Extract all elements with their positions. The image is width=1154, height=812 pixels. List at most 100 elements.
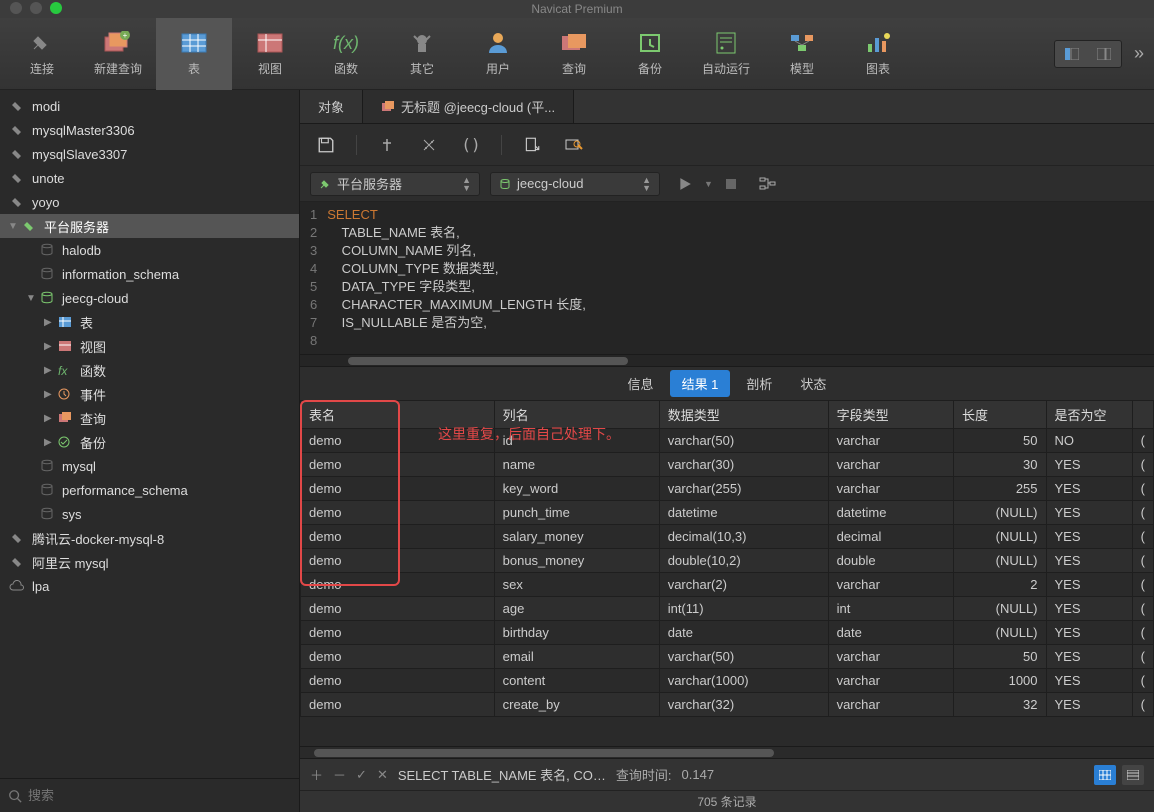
connection-item[interactable]: unote	[0, 166, 299, 190]
table-cell[interactable]: demo	[301, 693, 495, 717]
result-tab[interactable]: 结果 1	[670, 370, 731, 397]
column-header[interactable]: 长度	[954, 401, 1047, 429]
database-item[interactable]: information_schema	[0, 262, 299, 286]
column-header[interactable]: 是否为空	[1046, 401, 1132, 429]
save-icon[interactable]	[314, 136, 338, 154]
result-tab[interactable]: 状态	[788, 370, 838, 397]
close-window-button[interactable]	[10, 2, 22, 14]
view-layout-toggle[interactable]	[1054, 40, 1122, 68]
table-cell[interactable]: NO	[1046, 429, 1132, 453]
minimize-window-button[interactable]	[30, 2, 42, 14]
connection-item[interactable]: mysqlSlave3307	[0, 142, 299, 166]
editor-scrollbar[interactable]	[300, 354, 1154, 366]
table-cell[interactable]: demo	[301, 477, 495, 501]
table-cell[interactable]: decimal(10,3)	[659, 525, 828, 549]
table-cell[interactable]: varchar	[828, 453, 953, 477]
database-item[interactable]: mysql	[0, 454, 299, 478]
table-cell[interactable]: salary_money	[494, 525, 659, 549]
database-item[interactable]: sys	[0, 502, 299, 526]
expand-arrow-icon[interactable]: ▶	[44, 389, 56, 400]
view-button[interactable]: 视图	[232, 18, 308, 90]
tree-folder-item[interactable]: ▶查询	[0, 406, 299, 430]
table-cell[interactable]: demo	[301, 501, 495, 525]
database-item[interactable]: ▼jeecg-cloud	[0, 286, 299, 310]
table-cell[interactable]: double(10,2)	[659, 549, 828, 573]
expand-arrow-icon[interactable]: ▼	[8, 221, 20, 232]
table-cell[interactable]: varchar	[828, 693, 953, 717]
table-row[interactable]: demonamevarchar(30)varchar30YES(	[301, 453, 1154, 477]
table-cell[interactable]: varchar(50)	[659, 645, 828, 669]
expand-arrow-icon[interactable]: ▶	[44, 413, 56, 424]
table-cell[interactable]: varchar	[828, 669, 953, 693]
table-row[interactable]: demokey_wordvarchar(255)varchar255YES(	[301, 477, 1154, 501]
table-button[interactable]: 表	[156, 18, 232, 90]
table-cell[interactable]: name	[494, 453, 659, 477]
table-row[interactable]: demosalary_moneydecimal(10,3)decimal(NUL…	[301, 525, 1154, 549]
table-cell[interactable]: 30	[954, 453, 1047, 477]
table-cell[interactable]: demo	[301, 549, 495, 573]
function-button[interactable]: f(x)函数	[308, 18, 384, 90]
model-button[interactable]: 模型	[764, 18, 840, 90]
table-cell[interactable]: 255	[954, 477, 1047, 501]
other-button[interactable]: 其它	[384, 18, 460, 90]
run-button[interactable]	[678, 177, 692, 191]
table-cell[interactable]: YES	[1046, 573, 1132, 597]
tree-folder-item[interactable]: ▶fx函数	[0, 358, 299, 382]
table-row[interactable]: demobonus_moneydouble(10,2)double(NULL)Y…	[301, 549, 1154, 573]
table-cell[interactable]: create_by	[494, 693, 659, 717]
expand-arrow-icon[interactable]: ▶	[44, 365, 56, 376]
table-cell[interactable]: int	[828, 597, 953, 621]
table-cell[interactable]: date	[828, 621, 953, 645]
database-dropdown[interactable]: jeecg-cloud ▲▼	[490, 172, 660, 196]
table-row[interactable]: demobirthdaydatedate(NULL)YES(	[301, 621, 1154, 645]
table-cell[interactable]: 2	[954, 573, 1047, 597]
table-cell[interactable]: demo	[301, 645, 495, 669]
table-cell[interactable]: key_word	[494, 477, 659, 501]
table-cell[interactable]: YES	[1046, 453, 1132, 477]
table-cell[interactable]: int(11)	[659, 597, 828, 621]
sidebar-search[interactable]	[0, 778, 299, 812]
overflow-icon[interactable]: »	[1128, 43, 1150, 64]
table-cell[interactable]: 50	[954, 429, 1047, 453]
grid-view-button[interactable]	[1094, 765, 1116, 785]
expand-arrow-icon[interactable]: ▼	[26, 293, 38, 304]
table-cell[interactable]: demo	[301, 525, 495, 549]
form-view-button[interactable]	[1122, 765, 1144, 785]
table-cell[interactable]: decimal	[828, 525, 953, 549]
column-header[interactable]: 数据类型	[659, 401, 828, 429]
table-row[interactable]: democreate_byvarchar(32)varchar32YES(	[301, 693, 1154, 717]
column-header[interactable]: 表名	[301, 401, 495, 429]
stop-button[interactable]	[725, 178, 737, 190]
table-cell[interactable]: YES	[1046, 645, 1132, 669]
table-cell[interactable]: varchar(50)	[659, 429, 828, 453]
table-cell[interactable]: 1000	[954, 669, 1047, 693]
table-cell[interactable]: demo	[301, 429, 495, 453]
new-query-button[interactable]: +新建查询	[80, 18, 156, 90]
result-scrollbar[interactable]	[300, 746, 1154, 758]
table-cell[interactable]: (NULL)	[954, 597, 1047, 621]
table-cell[interactable]: (NULL)	[954, 525, 1047, 549]
table-cell[interactable]: (NULL)	[954, 501, 1047, 525]
maximize-window-button[interactable]	[50, 2, 62, 14]
add-row-button[interactable]: ＋	[310, 765, 323, 784]
table-cell[interactable]: punch_time	[494, 501, 659, 525]
commit-button[interactable]: ✓	[356, 767, 367, 783]
connection-button[interactable]: 连接	[4, 18, 80, 90]
database-item[interactable]: halodb	[0, 238, 299, 262]
result-grid[interactable]: 表名列名数据类型字段类型长度是否为空demoidvarchar(50)varch…	[300, 400, 1154, 746]
chart-button[interactable]: 图表	[840, 18, 916, 90]
expand-arrow-icon[interactable]: ▶	[44, 341, 56, 352]
expand-arrow-icon[interactable]: ▶	[44, 317, 56, 328]
cancel-button[interactable]: ✕	[377, 767, 388, 783]
table-cell[interactable]: YES	[1046, 597, 1132, 621]
table-row[interactable]: democontentvarchar(1000)varchar1000YES(	[301, 669, 1154, 693]
table-cell[interactable]: (NULL)	[954, 621, 1047, 645]
table-cell[interactable]: (NULL)	[954, 549, 1047, 573]
connection-item[interactable]: ▼平台服务器	[0, 214, 299, 238]
table-cell[interactable]: YES	[1046, 477, 1132, 501]
table-cell[interactable]: sex	[494, 573, 659, 597]
table-cell[interactable]: demo	[301, 453, 495, 477]
table-cell[interactable]: YES	[1046, 669, 1132, 693]
query-button[interactable]: 查询	[536, 18, 612, 90]
table-cell[interactable]: varchar	[828, 645, 953, 669]
